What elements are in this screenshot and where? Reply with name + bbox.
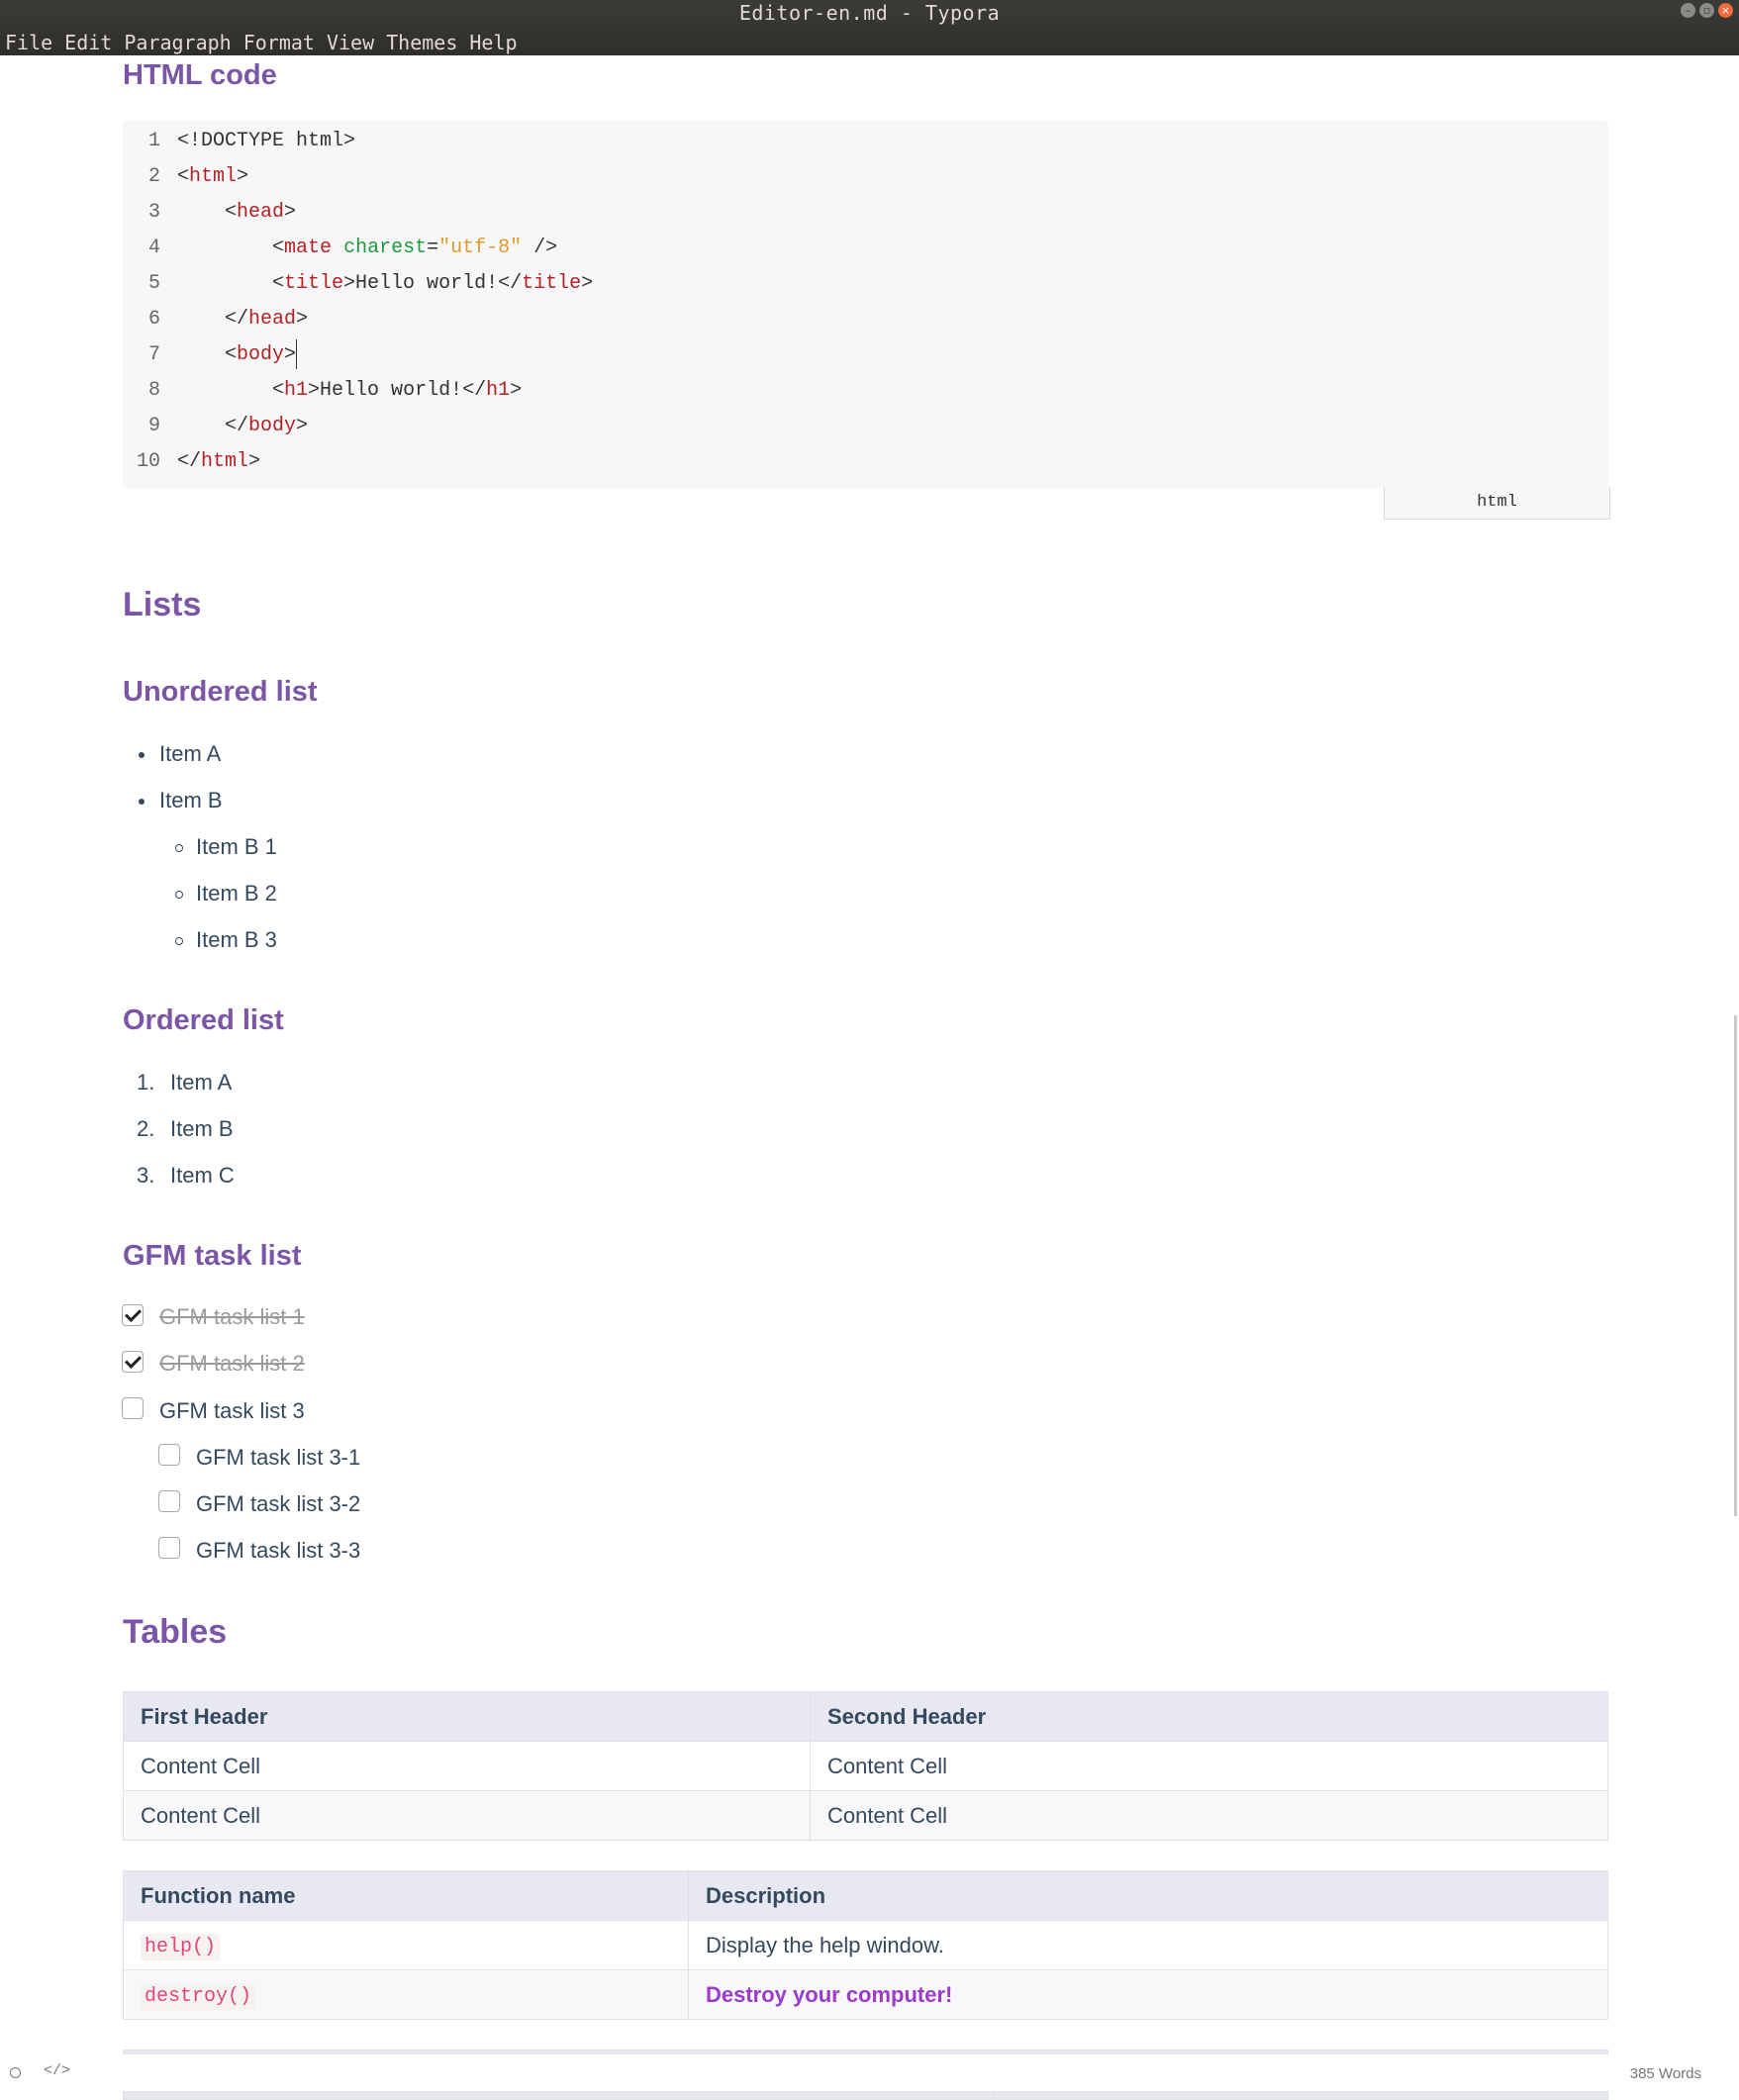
list-number: 1. (137, 1070, 155, 1095)
table-cell[interactable]: Content Cell (123, 1790, 811, 1841)
table-cell[interactable]: Content Cell (123, 1741, 811, 1791)
code-line-4: 4 <mate charest="utf-8" /> (147, 237, 558, 259)
code-line-2: 2 <html> (147, 165, 249, 188)
source-mode-icon[interactable]: </> (44, 2062, 70, 2079)
title-bar: Editor-en.md - Typora – ▫ × File Edit Pa… (0, 0, 1739, 55)
code-language-input[interactable]: html (1384, 487, 1610, 520)
table-row: Content Cell Content Cell (123, 1741, 1608, 1791)
heading-lists[interactable]: Lists (123, 586, 201, 624)
task-checkbox[interactable] (158, 1537, 180, 1559)
list-item[interactable]: Item B 1 (196, 832, 277, 862)
table-cell[interactable]: Destroy your computer! (688, 1969, 1608, 2020)
menu-themes[interactable]: Themes (380, 30, 463, 55)
task-label[interactable]: GFM task list 3-2 (196, 1489, 360, 1519)
word-count[interactable]: 385 Words (1630, 2065, 1701, 2082)
heading-html-code[interactable]: HTML code (123, 59, 277, 92)
window-controls: – ▫ × (1681, 3, 1733, 18)
heading-gfm-task-list[interactable]: GFM task list (123, 1240, 302, 1273)
table-functions[interactable]: Function name Description help() Display… (123, 1870, 1608, 2020)
menu-help[interactable]: Help (463, 30, 523, 55)
menu-format[interactable]: Format (238, 30, 321, 55)
table-row: Content Cell Content Cell (123, 1790, 1608, 1841)
table-headers[interactable]: First Header Second Header Content Cell … (123, 1691, 1608, 1841)
table-header-row: First Header Second Header (123, 1691, 1608, 1742)
status-bar: </> 385 Words (0, 2054, 1739, 2091)
task-label[interactable]: GFM task list 3-1 (196, 1443, 360, 1473)
code-line-3: 3 <head> (147, 201, 297, 224)
heading-unordered-list[interactable]: Unordered list (123, 676, 318, 709)
table-header-cell[interactable]: Description (688, 1870, 1608, 1921)
code-line-9: 9 </body> (147, 415, 309, 437)
code-line-1: 1 <!DOCTYPE html> (147, 130, 356, 152)
table-cell[interactable]: help() (123, 1920, 689, 1970)
table-cell[interactable]: Content Cell (810, 1741, 1608, 1791)
list-number: 2. (137, 1116, 155, 1141)
code-line-7: 7 <body> (123, 337, 298, 373)
bold-text: Destroy your computer! (706, 1981, 953, 2007)
list-number: 3. (137, 1163, 155, 1188)
window-title: Editor-en.md - Typora (738, 1, 1001, 25)
code-line-5: 5 <title>Hello world!</title> (147, 272, 594, 295)
table-header-row: Function name Description (123, 1870, 1608, 1921)
heading-ordered-list[interactable]: Ordered list (123, 1004, 284, 1037)
text-cursor (296, 338, 298, 369)
bullet-icon (139, 752, 145, 758)
code-block[interactable] (123, 121, 1608, 488)
inline-code: help() (141, 1934, 221, 1960)
maximize-button[interactable]: ▫ (1699, 3, 1714, 18)
menu-paragraph[interactable]: Paragraph (118, 30, 237, 55)
table-header-cell[interactable]: First Header (123, 1691, 811, 1742)
inline-code: destroy() (141, 1983, 256, 2010)
list-item[interactable]: Item C (170, 1161, 235, 1191)
menu-edit[interactable]: Edit (58, 30, 118, 55)
close-button[interactable]: × (1718, 3, 1733, 18)
code-line-8: 8 <h1>Hello world!</h1> (147, 379, 523, 402)
list-item[interactable]: Item B 3 (196, 925, 277, 955)
table-row: help() Display the help window. (123, 1920, 1608, 1970)
menu-view[interactable]: View (321, 30, 380, 55)
table-cell[interactable]: destroy() (123, 1969, 689, 2020)
table-cell[interactable]: Content Cell (810, 1790, 1608, 1841)
list-item[interactable]: Item A (159, 739, 221, 769)
table-cell[interactable]: Display the help window. (688, 1920, 1608, 1970)
list-item[interactable]: Item B (170, 1114, 234, 1144)
code-line-6: 6 </head> (147, 308, 309, 331)
scrollbar[interactable] (1734, 1015, 1737, 1516)
list-item[interactable]: Item A (170, 1068, 232, 1098)
list-item[interactable]: Item B (159, 786, 223, 815)
task-label[interactable]: GFM task list 2 (159, 1349, 305, 1379)
bullet-icon (139, 799, 145, 805)
circle-bullet-icon (175, 844, 183, 852)
task-label[interactable]: GFM task list 3 (159, 1396, 305, 1426)
menu-bar: File Edit Paragraph Format View Themes H… (0, 30, 524, 55)
heading-tables[interactable]: Tables (123, 1613, 227, 1652)
task-label[interactable]: GFM task list 3-3 (196, 1536, 360, 1566)
menu-file[interactable]: File (0, 30, 58, 55)
task-checkbox[interactable] (122, 1351, 144, 1373)
task-label[interactable]: GFM task list 1 (159, 1302, 305, 1332)
table-header-cell[interactable]: Second Header (810, 1691, 1608, 1742)
task-checkbox[interactable] (122, 1304, 144, 1326)
circle-bullet-icon (175, 891, 183, 899)
task-checkbox[interactable] (158, 1444, 180, 1466)
task-checkbox[interactable] (158, 1490, 180, 1512)
code-line-10: 10 </html> (136, 450, 261, 473)
table-row: destroy() Destroy your computer! (123, 1969, 1608, 2020)
circle-bullet-icon (175, 937, 183, 945)
list-item[interactable]: Item B 2 (196, 879, 277, 908)
task-checkbox[interactable] (122, 1397, 144, 1419)
minimize-button[interactable]: – (1681, 3, 1695, 18)
outline-toggle-icon[interactable] (10, 2067, 21, 2078)
table-header-cell[interactable]: Function name (123, 1870, 689, 1921)
